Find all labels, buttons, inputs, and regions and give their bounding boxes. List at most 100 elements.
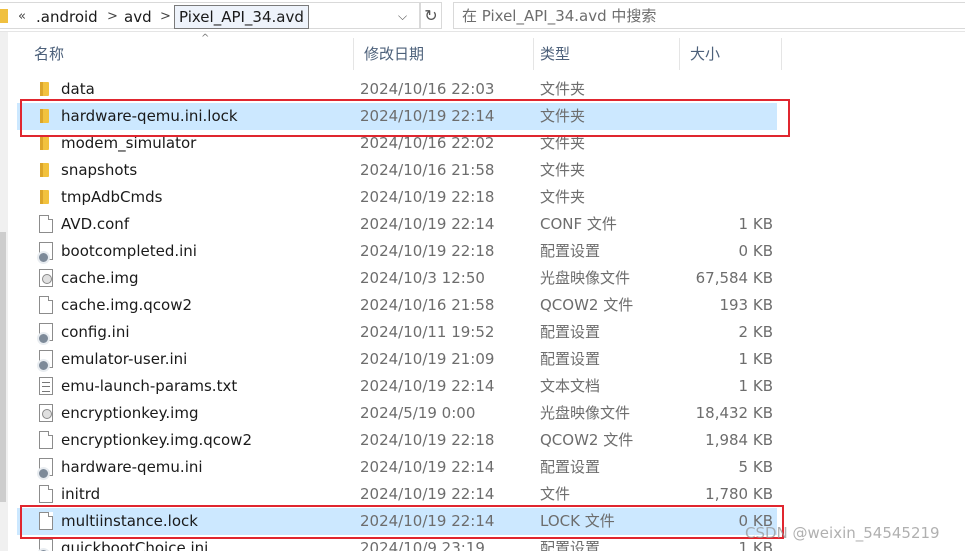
file-modified-date: 2024/10/19 22:18 xyxy=(360,242,495,260)
file-size: 2 KB xyxy=(738,323,773,341)
folder-icon xyxy=(38,80,54,99)
highlight-box-multiinstance-lock xyxy=(20,505,784,539)
settings-file-icon xyxy=(37,242,53,264)
file-type: 文件 xyxy=(540,485,571,503)
file-modified-date: 2024/10/16 21:58 xyxy=(360,161,495,179)
chevron-right-icon[interactable]: > xyxy=(107,6,118,28)
scrollbar-thumb[interactable] xyxy=(0,232,6,502)
file-type: 文件夹 xyxy=(540,188,586,206)
highlight-box-hardware-lock xyxy=(20,99,790,137)
file-row[interactable]: snapshots 2024/10/16 21:58 文件夹 xyxy=(17,157,777,184)
file-type: 配置设置 xyxy=(540,242,601,260)
file-name: emulator-user.ini xyxy=(61,350,188,368)
file-modified-date: 2024/10/19 22:14 xyxy=(360,377,495,395)
disc-image-icon xyxy=(39,404,53,422)
file-row[interactable]: encryptionkey.img.qcow2 2024/10/19 22:18 Q… xyxy=(17,427,777,454)
breadcrumb-overflow[interactable]: « xyxy=(18,6,26,28)
breadcrumb[interactable]: « .android > avd > Pixel_API_34.avd ⌵ xyxy=(0,2,420,29)
disc-image-icon xyxy=(39,269,53,287)
watermark: CSDN @weixin_54545219 xyxy=(745,524,940,542)
file-name: bootcompleted.ini xyxy=(61,242,197,260)
breadcrumb-pixel-api-34[interactable]: Pixel_API_34.avd xyxy=(174,5,309,29)
column-header-size[interactable]: 大小 xyxy=(680,38,782,70)
file-modified-date: 2024/5/19 0:00 xyxy=(360,404,476,422)
folder-icon xyxy=(38,161,54,180)
file-size: 1,984 KB xyxy=(705,431,773,449)
file-modified-date: 2024/10/16 21:58 xyxy=(360,296,495,314)
file-row[interactable]: encryptionkey.img 2024/5/19 0:00 光盘映像文件 18,… xyxy=(17,400,777,427)
file-type: 配置设置 xyxy=(540,458,601,476)
file-name: cache.img xyxy=(61,269,139,287)
file-icon xyxy=(39,485,53,503)
file-icon xyxy=(39,431,53,449)
navigation-pane-edge xyxy=(0,32,8,551)
file-type: 文件夹 xyxy=(540,161,586,179)
file-size xyxy=(657,157,773,184)
settings-file-icon xyxy=(37,350,53,372)
file-modified-date: 2024/10/3 12:50 xyxy=(360,269,485,287)
chevron-right-icon[interactable]: > xyxy=(160,6,171,28)
file-name: tmpAdbCmds xyxy=(61,188,163,206)
file-size xyxy=(657,184,773,211)
breadcrumb-android[interactable]: .android xyxy=(36,6,98,28)
file-row[interactable]: initrd 2024/10/19 22:14 文件 1,780 KB xyxy=(17,481,777,508)
file-row[interactable]: hardware-qemu.ini 2024/10/19 22:14 配置设置 5 K… xyxy=(17,454,777,481)
file-type: QCOW2 文件 xyxy=(540,296,634,314)
file-modified-date: 2024/10/19 22:14 xyxy=(360,485,495,503)
search-input[interactable] xyxy=(454,3,965,28)
file-type: 文本文档 xyxy=(540,377,601,395)
file-name: cache.img.qcow2 xyxy=(61,296,193,314)
file-size: 1 KB xyxy=(738,377,773,395)
file-size: 1,780 KB xyxy=(705,485,773,503)
file-name: hardware-qemu.ini xyxy=(61,458,203,476)
file-type: QCOW2 文件 xyxy=(540,431,634,449)
column-header-date[interactable]: 修改日期 xyxy=(354,38,534,70)
file-modified-date: 2024/10/19 22:18 xyxy=(360,188,495,206)
file-size: 193 KB xyxy=(719,296,773,314)
file-size: 0 KB xyxy=(738,242,773,260)
file-name: initrd xyxy=(61,485,101,503)
file-name: encryptionkey.img xyxy=(61,404,199,422)
file-modified-date: 2024/10/11 19:52 xyxy=(360,323,495,341)
breadcrumb-avd[interactable]: avd xyxy=(124,6,152,28)
file-modified-date: 2024/10/19 22:14 xyxy=(360,458,495,476)
file-row[interactable]: emulator-user.ini 2024/10/19 21:09 配置设置 1 K… xyxy=(17,346,777,373)
file-type: 配置设置 xyxy=(540,350,601,368)
settings-file-icon xyxy=(37,539,53,551)
file-modified-date: 2024/10/19 22:18 xyxy=(360,431,495,449)
file-row[interactable]: AVD.conf 2024/10/19 22:14 CONF 文件 1 KB xyxy=(17,211,777,238)
file-row[interactable]: tmpAdbCmds 2024/10/19 22:18 文件夹 xyxy=(17,184,777,211)
settings-file-icon xyxy=(37,458,53,480)
file-type: 光盘映像文件 xyxy=(540,269,631,287)
address-bar: « .android > avd > Pixel_API_34.avd ⌵ ↻ xyxy=(0,0,965,32)
file-type: CONF 文件 xyxy=(540,215,617,233)
sort-ascending-icon: ^ xyxy=(201,33,210,44)
file-size: 1 KB xyxy=(738,350,773,368)
file-modified-date: 2024/10/19 22:14 xyxy=(360,215,495,233)
folder-icon xyxy=(0,9,8,23)
file-name: snapshots xyxy=(61,161,138,179)
file-row[interactable]: emu-launch-params.txt 2024/10/19 22:14 文本文… xyxy=(17,373,777,400)
column-header-type[interactable]: 类型 xyxy=(530,38,680,70)
file-icon xyxy=(39,215,53,233)
file-row[interactable]: bootcompleted.ini 2024/10/19 22:18 配置设置 0 K… xyxy=(17,238,777,265)
column-header-row: 名称 修改日期 类型 大小 ^ xyxy=(17,34,965,70)
refresh-icon[interactable]: ↻ xyxy=(420,2,442,29)
file-row[interactable]: cache.img.qcow2 2024/10/16 21:58 QCOW2 文件 1… xyxy=(17,292,777,319)
settings-file-icon xyxy=(37,323,53,345)
file-icon xyxy=(39,296,53,314)
column-header-name[interactable]: 名称 xyxy=(24,38,354,70)
folder-icon xyxy=(38,188,54,207)
file-row[interactable]: config.ini 2024/10/11 19:52 配置设置 2 KB xyxy=(17,319,777,346)
file-name: AVD.conf xyxy=(61,215,130,233)
chevron-down-icon[interactable]: ⌵ xyxy=(398,9,407,24)
file-type: 光盘映像文件 xyxy=(540,404,631,422)
file-size: 5 KB xyxy=(738,458,773,476)
search-field[interactable] xyxy=(453,2,965,29)
file-name: config.ini xyxy=(61,323,130,341)
file-row[interactable]: cache.img 2024/10/3 12:50 光盘映像文件 67,584 KB xyxy=(17,265,777,292)
file-size: 18,432 KB xyxy=(695,404,773,422)
text-file-icon xyxy=(39,377,53,395)
file-size: 67,584 KB xyxy=(695,269,773,287)
file-modified-date: 2024/10/19 21:09 xyxy=(360,350,495,368)
